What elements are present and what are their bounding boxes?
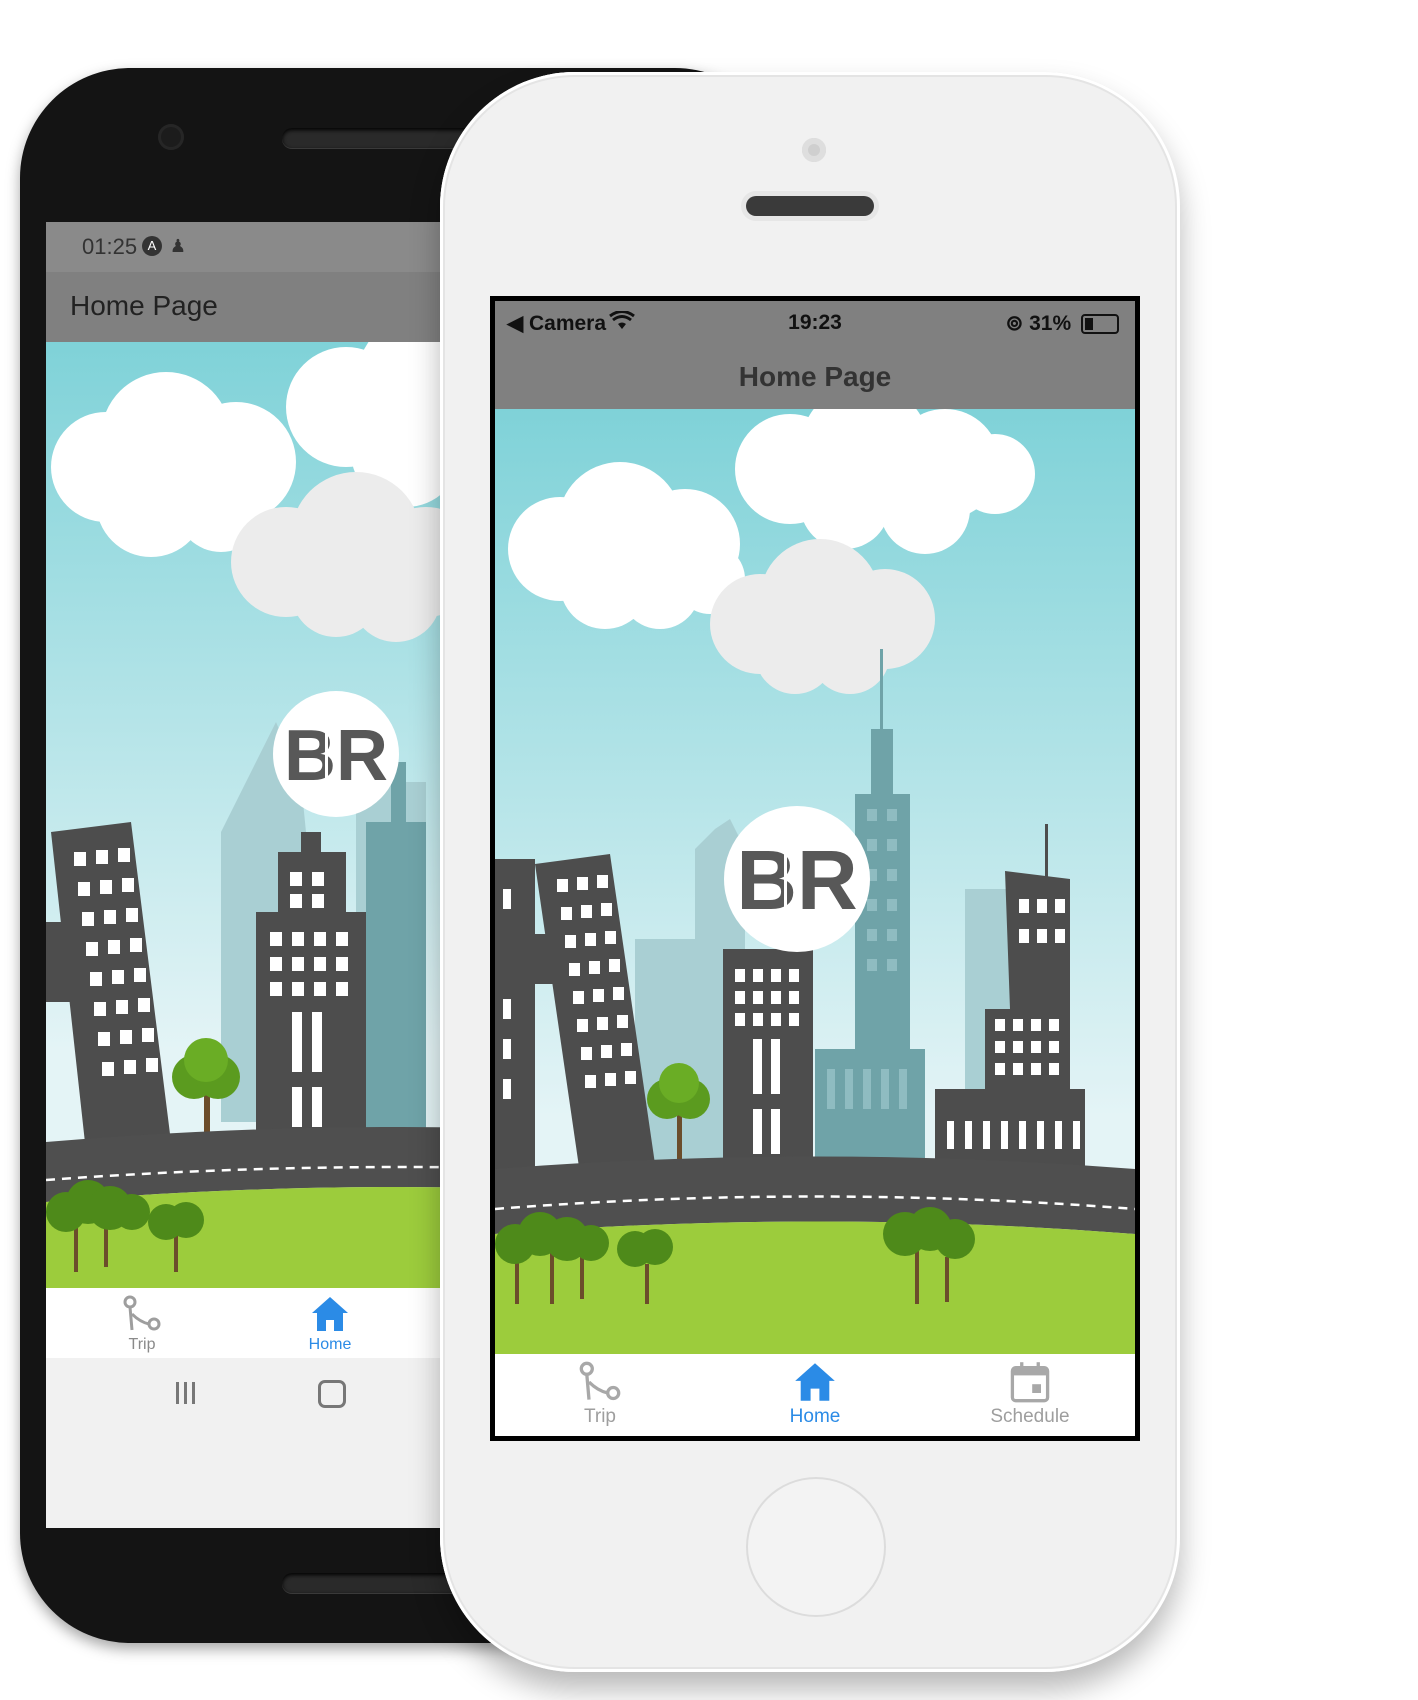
bottom-tab-bar: Trip Home Schedule <box>495 1354 1135 1436</box>
tab-trip[interactable]: Trip <box>82 1294 202 1354</box>
status-bar: ◀ Camera 19:23 ⊚ 31% <box>495 301 1135 345</box>
front-camera <box>802 138 826 162</box>
status-time: 01:25 <box>82 234 138 259</box>
tab-trip[interactable]: Trip <box>520 1360 680 1428</box>
tab-home-label: Home <box>789 1406 841 1427</box>
br-logo: BR <box>273 691 399 817</box>
orientation-lock-icon: ⊚ <box>1005 312 1024 335</box>
notification-icon: ♟ <box>169 236 187 256</box>
trip-route-icon <box>579 1361 621 1401</box>
tab-home[interactable]: Home <box>270 1294 390 1354</box>
tab-home[interactable]: Home <box>735 1360 895 1428</box>
app-a-icon: A <box>142 236 162 256</box>
tab-trip-label: Trip <box>583 1406 617 1427</box>
app-header: Home Page <box>495 345 1135 409</box>
tab-home-label: Home <box>308 1336 352 1353</box>
tab-schedule-label: Schedule <box>990 1406 1070 1427</box>
battery-icon <box>1081 314 1119 335</box>
calendar-icon <box>1010 1362 1050 1403</box>
page-title: Home Page <box>70 290 218 321</box>
home-icon <box>795 1363 835 1401</box>
battery-percent: 31% <box>1029 312 1072 335</box>
front-camera <box>158 124 184 150</box>
home-button[interactable] <box>746 1477 886 1617</box>
logo-text: BR <box>736 833 857 927</box>
page-title: Home Page <box>738 361 892 392</box>
tab-schedule[interactable]: Schedule <box>950 1360 1110 1428</box>
tab-trip-label: Trip <box>128 1336 156 1353</box>
br-logo: BR <box>724 806 870 952</box>
logo-text: BR <box>284 716 388 796</box>
home-nav-button[interactable] <box>318 1380 346 1408</box>
earpiece-speaker <box>746 196 874 216</box>
iphone-device: ◀ Camera 19:23 ⊚ 31% Home Page BR Trip H… <box>440 72 1180 1672</box>
city-illustration: BR <box>495 409 1135 1354</box>
iphone-screen: ◀ Camera 19:23 ⊚ 31% Home Page BR Trip H… <box>490 296 1140 1441</box>
trip-route-icon <box>123 1295 161 1331</box>
home-icon <box>312 1297 348 1331</box>
recent-apps-button[interactable] <box>176 1382 202 1404</box>
